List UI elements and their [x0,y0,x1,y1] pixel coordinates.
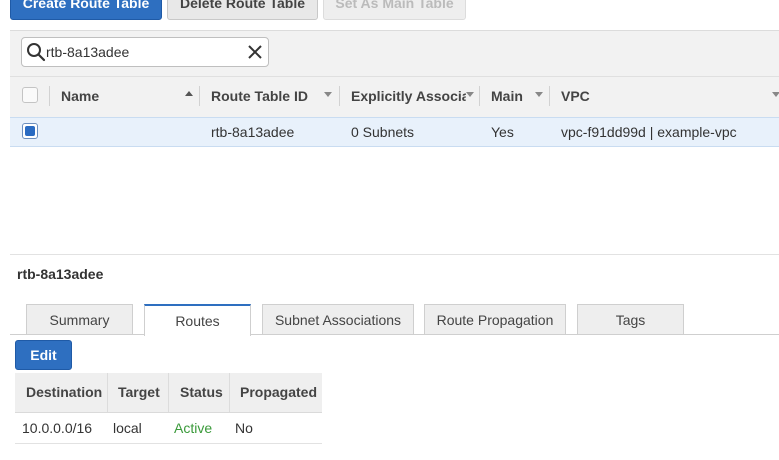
search-icon [27,43,46,62]
sort-dropdown-icon[interactable] [772,92,779,97]
cell-vpc: vpc-f91dd99d | example-vpc [561,124,737,140]
row-checkbox[interactable] [22,123,38,139]
column-header-main[interactable]: Main [491,88,523,104]
section-divider [10,254,779,255]
search-input[interactable] [46,43,236,61]
sort-dropdown-icon[interactable] [324,92,332,97]
cell-route-table-id: rtb-8a13adee [211,124,295,140]
edit-routes-label: Edit [30,347,57,363]
routes-header-status: Status [180,384,223,400]
routes-header-target: Target [118,384,160,400]
detail-title: rtb-8a13adee [17,266,104,282]
column-header-vpc[interactable]: VPC [561,88,590,104]
route-target: local [113,420,142,436]
route-status: Active [174,420,213,436]
tab-tags[interactable]: Tags [577,304,684,335]
tab-routes[interactable]: Routes [144,304,251,336]
active-tab-gap [145,333,250,336]
sort-ascending-icon[interactable] [185,91,193,96]
column-separator [168,373,169,412]
edit-routes-button[interactable]: Edit [15,340,72,370]
column-separator [339,86,340,106]
route-destination: 10.0.0.0/16 [22,420,93,436]
sort-dropdown-icon[interactable] [466,92,474,97]
select-all-checkbox[interactable] [22,87,38,103]
delete-route-table-button[interactable]: Delete Route Table [167,0,318,20]
routes-table-bottom-border [15,443,322,444]
routes-header-destination: Destination [26,384,103,400]
column-header-name[interactable]: Name [61,88,99,104]
column-separator [479,86,480,106]
column-separator [49,86,50,106]
set-as-main-table-button: Set As Main Table [323,0,466,20]
column-separator [549,86,550,106]
tab-summary[interactable]: Summary [26,304,133,335]
route-propagated: No [235,420,253,436]
delete-route-table-label: Delete Route Table [180,0,305,11]
sort-dropdown-icon[interactable] [535,92,543,97]
cell-main: Yes [491,124,514,140]
set-as-main-table-label: Set As Main Table [335,0,454,11]
column-separator [199,86,200,106]
create-route-table-label: Create Route Table [22,0,150,11]
column-header-explicitly-associated[interactable]: Explicitly Associat [351,88,466,104]
tab-subnet-associations[interactable]: Subnet Associations [262,304,414,335]
column-header-route-table-id[interactable]: Route Table ID [211,88,308,104]
tab-baseline [10,334,779,335]
column-separator [107,373,108,412]
create-route-table-button[interactable]: Create Route Table [10,0,162,20]
cell-explicitly-associated: 0 Subnets [351,124,415,140]
column-separator [229,373,230,412]
tab-route-propagation[interactable]: Route Propagation [424,304,566,335]
clear-search-icon[interactable] [248,45,262,59]
routes-header-propagated: Propagated [240,384,318,400]
search-box[interactable] [21,37,269,67]
